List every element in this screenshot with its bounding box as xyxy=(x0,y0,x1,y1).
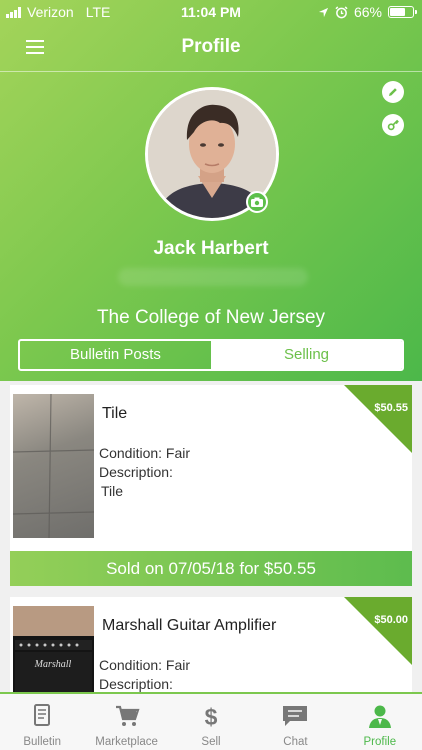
battery-icon xyxy=(388,6,417,18)
pencil-icon xyxy=(389,88,397,96)
tabbar-item-sell[interactable]: $ Sell xyxy=(169,694,253,750)
amp-brand-text: Marshall xyxy=(34,659,72,670)
listing-description: Tile xyxy=(101,483,124,499)
change-password-button[interactable] xyxy=(382,114,404,136)
tabbar-item-bulletin[interactable]: Bulletin xyxy=(0,694,84,750)
listing-card[interactable]: Marshall Marshall Guitar Amplifier Condi… xyxy=(10,597,412,694)
chat-icon xyxy=(283,706,308,726)
tab-selling[interactable]: Selling xyxy=(211,341,402,369)
tabbar-label: Bulletin xyxy=(23,736,62,748)
status-right: 66% xyxy=(318,4,417,20)
tabbar-label: Sell xyxy=(201,736,221,748)
listing-thumbnail xyxy=(12,393,95,539)
location-arrow-icon xyxy=(318,7,329,17)
listing-description-label: Description: xyxy=(99,464,173,480)
tabbar-item-marketplace[interactable]: Marketplace xyxy=(84,694,168,750)
bulletin-icon xyxy=(34,704,51,726)
profile-college: The College of New Jersey xyxy=(96,307,326,328)
key-icon xyxy=(387,119,399,131)
tab-bulletin-posts[interactable]: Bulletin Posts xyxy=(20,341,211,369)
bottom-tab-bar: Bulletin Marketplace $ Sell Chat Profile xyxy=(0,692,422,750)
edit-profile-button[interactable] xyxy=(382,81,404,103)
svg-text:$: $ xyxy=(205,704,218,728)
price-tag: $50.00 xyxy=(344,597,412,665)
status-bar: Verizon LTE 11:04 PM 66% xyxy=(0,0,422,24)
listing-thumbnail: Marshall xyxy=(13,606,94,694)
listing-condition: Condition: Fair xyxy=(99,445,191,461)
tabbar-label: Marketplace xyxy=(95,736,158,748)
dollar-icon: $ xyxy=(205,704,218,728)
battery-percent: 66% xyxy=(353,4,382,20)
camera-icon xyxy=(251,197,263,207)
profile-icon xyxy=(368,705,391,728)
listing-condition: Condition: Fair xyxy=(99,657,191,673)
profile-tabs: Bulletin Posts Selling xyxy=(18,339,404,371)
profile-name: Jack Harbert xyxy=(153,238,269,259)
listing-price: $50.55 xyxy=(374,402,408,414)
listing-description-label: Description: xyxy=(99,676,173,692)
listing-title: Tile xyxy=(102,405,128,422)
alarm-icon xyxy=(335,5,348,18)
blurred-info xyxy=(118,268,308,286)
sold-status-bar: Sold on 07/05/18 for $50.55 xyxy=(10,551,412,586)
listing-title: Marshall Guitar Amplifier xyxy=(102,617,277,634)
page-title: Profile xyxy=(181,36,241,57)
nav-bar: Profile xyxy=(0,24,422,72)
tabbar-label: Chat xyxy=(283,736,308,748)
listing-price: $50.00 xyxy=(374,614,408,626)
change-photo-button[interactable] xyxy=(246,191,268,213)
price-tag: $50.55 xyxy=(344,385,412,453)
listing-card[interactable]: Tile Condition: Fair Description: Tile $… xyxy=(10,385,412,551)
tabbar-item-chat[interactable]: Chat xyxy=(253,694,337,750)
tabbar-item-profile[interactable]: Profile xyxy=(338,694,422,750)
tabbar-label: Profile xyxy=(363,736,397,748)
cart-icon xyxy=(115,705,140,726)
battery-fill xyxy=(390,8,405,16)
